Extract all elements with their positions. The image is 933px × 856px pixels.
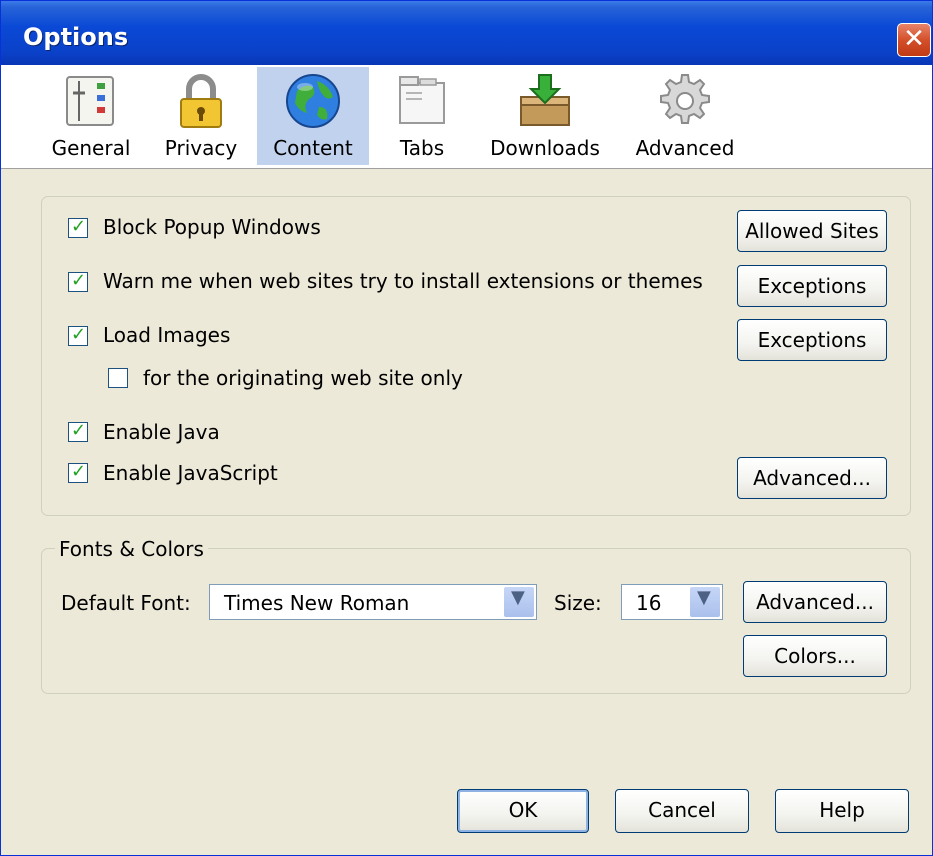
warn-extensions-checkbox[interactable]: ✓ [68, 270, 88, 292]
javascript-advanced-button[interactable]: Advanced... [737, 457, 887, 499]
globe-icon [286, 74, 340, 128]
default-font-label: Default Font: [61, 591, 191, 615]
download-box-icon [520, 74, 570, 126]
default-font-value: Times New Roman [224, 591, 410, 615]
cancel-button[interactable]: Cancel [615, 789, 749, 833]
block-popups-checkbox[interactable]: ✓ [68, 216, 88, 238]
general-settings-icon [66, 76, 114, 126]
block-popups-label: Block Popup Windows [103, 215, 321, 239]
gear-icon [660, 74, 710, 124]
title-bar[interactable]: Options ✕ [1, 1, 932, 65]
fonts-colors-legend: Fonts & Colors [55, 537, 208, 561]
tab-privacy[interactable]: Privacy [151, 67, 251, 165]
tab-downloads[interactable]: Downloads [479, 67, 611, 165]
enable-java-checkbox[interactable]: ✓ [68, 420, 88, 442]
load-images-checkbox[interactable]: ✓ [68, 324, 88, 346]
tab-label: Content [273, 136, 353, 160]
colors-button[interactable]: Colors... [743, 635, 887, 677]
chevron-down-icon[interactable]: ▼ [504, 587, 534, 617]
enable-java-label: Enable Java [103, 420, 220, 444]
originating-site-checkbox[interactable] [108, 368, 128, 388]
font-size-value: 16 [636, 591, 662, 615]
tab-label: Privacy [164, 136, 238, 160]
close-button[interactable]: ✕ [897, 23, 931, 57]
originating-site-label: for the originating web site only [143, 366, 463, 390]
category-toolbar: General Privacy Content Tabs Downloads A… [1, 65, 932, 169]
options-dialog: Options ✕ General Privacy Content Tabs D… [0, 0, 933, 856]
close-icon: ✕ [903, 24, 925, 54]
default-font-select[interactable]: Times New Roman ▼ [209, 584, 537, 620]
tab-general[interactable]: General [41, 67, 141, 165]
help-button[interactable]: Help [775, 789, 909, 833]
chevron-down-icon[interactable]: ▼ [690, 587, 720, 617]
tab-advanced[interactable]: Advanced [627, 67, 743, 165]
images-exceptions-button[interactable]: Exceptions [737, 319, 887, 361]
load-images-label: Load Images [103, 323, 231, 347]
enable-javascript-label: Enable JavaScript [103, 461, 278, 485]
warn-extensions-label: Warn me when web sites try to install ex… [103, 269, 703, 293]
tab-label: Advanced [635, 136, 735, 160]
fonts-advanced-button[interactable]: Advanced... [743, 581, 887, 623]
tab-label: Tabs [399, 136, 445, 160]
window-title: Options [23, 23, 129, 51]
enable-javascript-checkbox[interactable]: ✓ [68, 461, 88, 483]
padlock-icon [180, 74, 222, 128]
tabs-icon [399, 76, 445, 124]
tab-label: General [51, 136, 131, 160]
font-size-select[interactable]: 16 ▼ [621, 584, 723, 620]
warn-exceptions-button[interactable]: Exceptions [737, 265, 887, 307]
tab-label: Downloads [490, 136, 600, 160]
ok-button[interactable]: OK [457, 789, 589, 833]
tab-tabs[interactable]: Tabs [377, 67, 467, 165]
allowed-sites-button[interactable]: Allowed Sites [737, 210, 887, 252]
tab-content[interactable]: Content [257, 67, 369, 165]
size-label: Size: [554, 591, 602, 615]
